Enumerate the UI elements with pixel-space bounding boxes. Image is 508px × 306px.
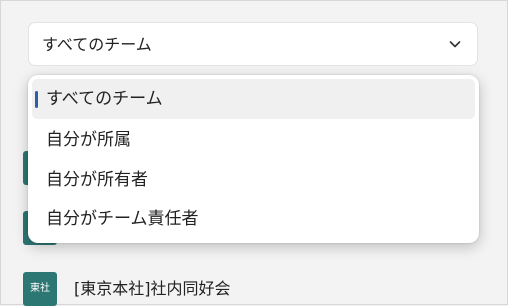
option-team-manager[interactable]: 自分がチーム責任者 bbox=[32, 199, 475, 239]
chevron-down-icon bbox=[449, 41, 461, 48]
option-owner[interactable]: 自分が所有者 bbox=[32, 160, 475, 200]
team-filter-value: すべてのチーム bbox=[42, 35, 152, 54]
option-member[interactable]: 自分が所属 bbox=[32, 120, 475, 160]
team-avatar: 東社 bbox=[23, 272, 57, 306]
team-filter-dropdown: すべてのチーム 自分が所属 自分が所有者 自分がチーム責任者 bbox=[28, 75, 479, 243]
team-filter-select[interactable]: すべてのチーム bbox=[28, 22, 478, 66]
option-all-teams[interactable]: すべてのチーム bbox=[32, 79, 475, 119]
option-label: 自分がチーム責任者 bbox=[46, 209, 199, 229]
option-label: 自分が所有者 bbox=[46, 170, 148, 190]
selected-indicator bbox=[35, 91, 38, 108]
team-name: [東京本社]社内同好会 bbox=[74, 279, 231, 298]
option-label: 自分が所属 bbox=[46, 130, 131, 150]
option-label: すべてのチーム bbox=[46, 89, 163, 109]
